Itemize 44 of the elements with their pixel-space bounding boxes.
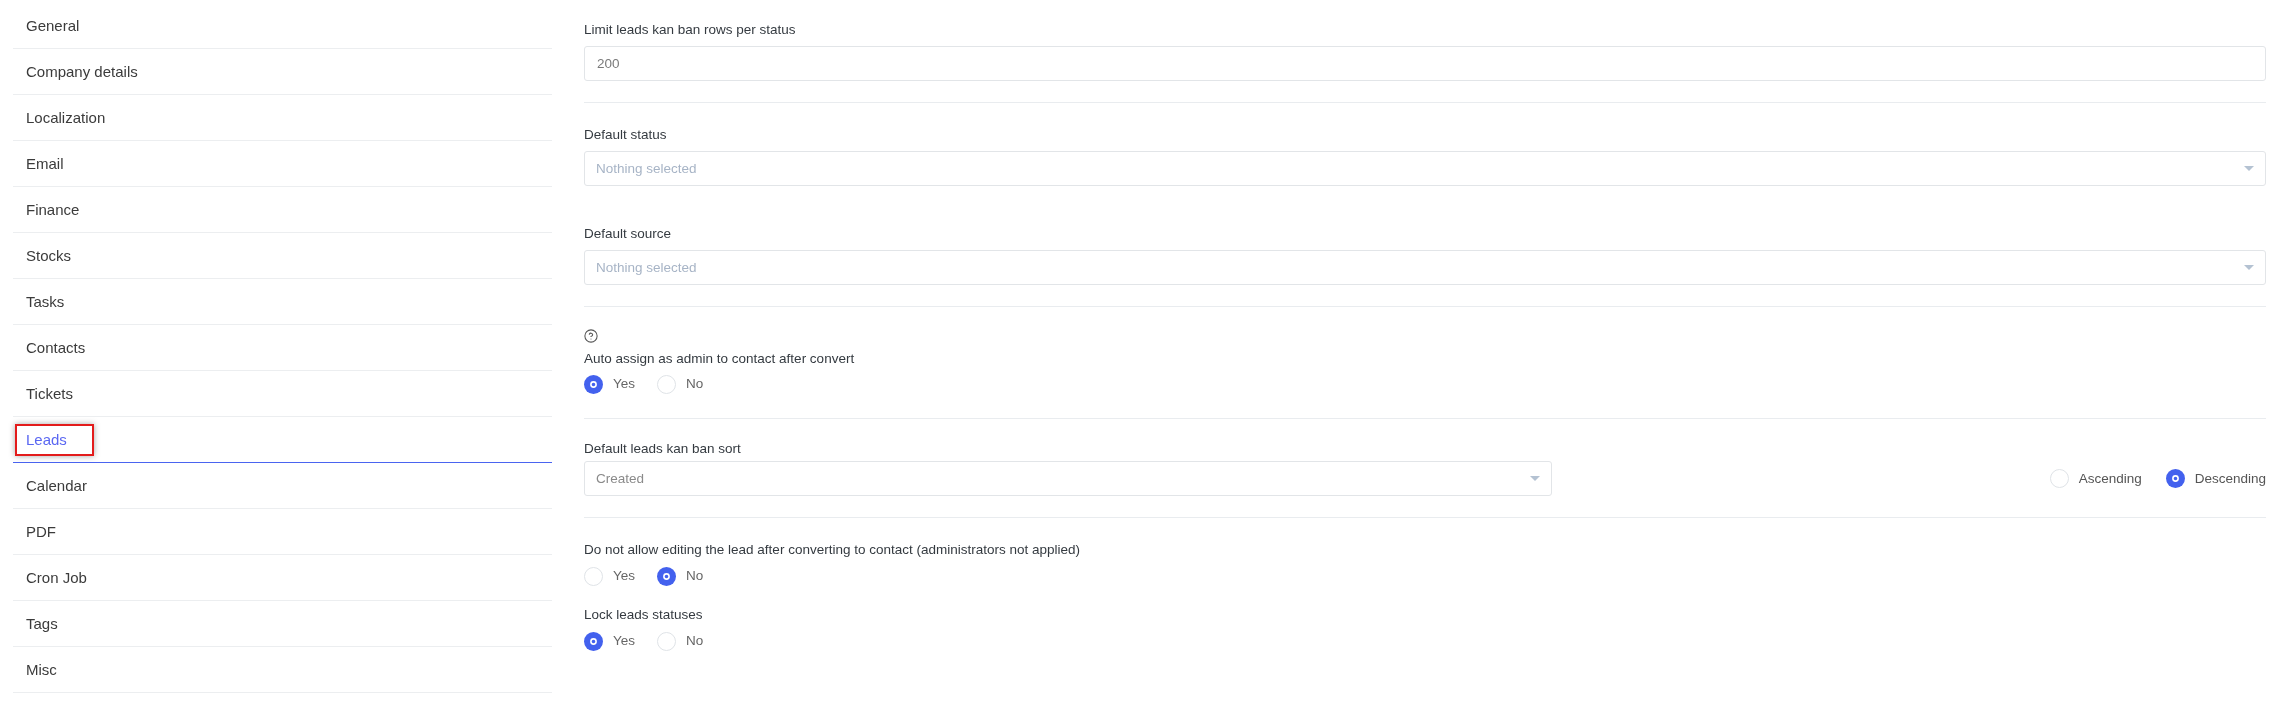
radio-label[interactable]: No	[686, 566, 704, 586]
select-field[interactable]: Created	[584, 461, 1552, 496]
field-label: Default status	[584, 126, 667, 144]
radio-label[interactable]: Yes	[613, 566, 636, 586]
field-label: Default source	[584, 225, 672, 243]
radio-button[interactable]	[584, 374, 603, 394]
radio-label[interactable]: No	[686, 374, 704, 394]
field-label: Lock leads statuses	[584, 606, 703, 624]
sidebar-item[interactable]: PDF	[13, 509, 552, 555]
radio-button[interactable]	[2165, 469, 2185, 488]
radio-label[interactable]: Descending	[2194, 468, 2266, 489]
radio-button[interactable]	[657, 374, 677, 394]
radio-button[interactable]	[584, 566, 603, 586]
radio-button[interactable]	[584, 631, 603, 651]
sidebar-item[interactable]: Stocks	[13, 233, 552, 279]
radio-button[interactable]	[2049, 469, 2069, 488]
sidebar-item[interactable]: Calendar	[13, 463, 552, 509]
caret-icon	[2244, 265, 2254, 270]
radio-label[interactable]: No	[686, 631, 704, 651]
radio-label[interactable]: Yes	[613, 631, 636, 651]
radio-label[interactable]: Ascending	[2078, 468, 2142, 489]
field-label: Limit leads kan ban rows per status	[584, 21, 796, 39]
help-icon[interactable]	[584, 329, 598, 343]
sidebar-item[interactable]: Tasks	[13, 279, 552, 325]
sidebar-item[interactable]: Cron Job	[13, 555, 552, 601]
sidebar-item[interactable]: Tickets	[13, 371, 552, 417]
sidebar-item[interactable]: Finance	[13, 187, 552, 233]
caret-icon	[1530, 476, 1540, 481]
radio-button[interactable]	[657, 631, 677, 651]
sidebar-item[interactable]: Email	[13, 141, 552, 187]
sidebar-item[interactable]: Leads	[13, 417, 552, 463]
sidebar-item[interactable]: Misc	[13, 647, 552, 693]
field-label: Auto assign as admin to contact after convert	[584, 350, 855, 368]
sidebar-item[interactable]: Tags	[13, 601, 552, 647]
radio-label[interactable]: Yes	[613, 374, 636, 394]
sidebar-item[interactable]: Contacts	[13, 325, 552, 371]
sidebar-item[interactable]: Company details	[13, 49, 552, 95]
radio-button[interactable]	[657, 566, 677, 586]
text-input[interactable]: 200	[584, 46, 2266, 81]
field-label: Do not allow editing the lead after converting to contact (administrators not applied)	[584, 541, 1081, 559]
caret-icon	[2244, 166, 2254, 171]
sidebar-item[interactable]: General	[13, 3, 552, 49]
sidebar-item[interactable]: Localization	[13, 95, 552, 141]
field-label: Default leads kan ban sort	[584, 440, 741, 458]
